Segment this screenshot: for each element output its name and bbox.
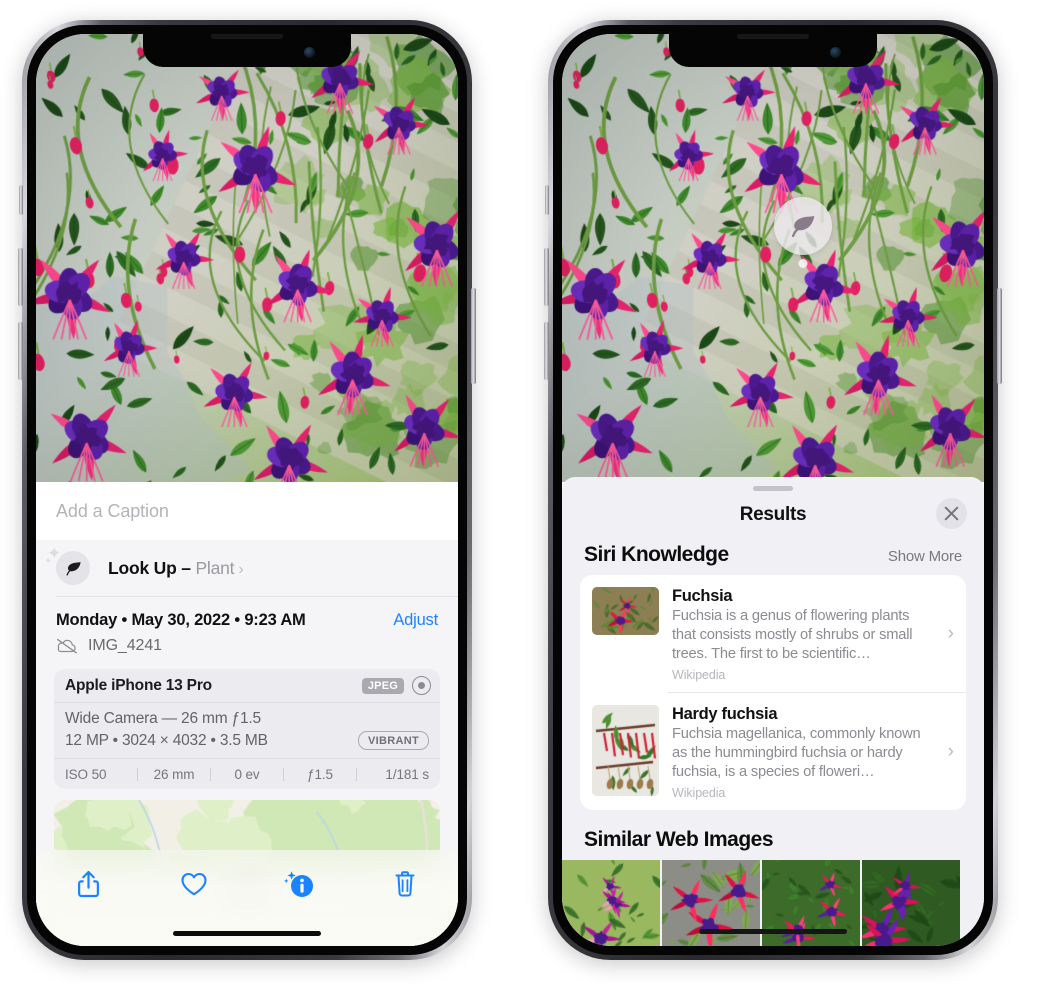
caption-input[interactable]: Add a Caption xyxy=(36,482,458,540)
show-more-button[interactable]: Show More xyxy=(888,548,962,565)
icloud-slash-icon xyxy=(57,638,77,654)
result-source: Wikipedia xyxy=(672,668,726,682)
notch xyxy=(669,34,877,67)
camera-info-card[interactable]: Apple iPhone 13 Pro JPEG Wide Camera — 2… xyxy=(54,669,440,789)
iphone-left: Add a Caption ✦ ✦ Look Up – Plant › Mond… xyxy=(18,20,476,960)
close-button[interactable] xyxy=(936,498,967,529)
result-title: Hardy fuchsia xyxy=(672,705,778,723)
earpiece-speaker xyxy=(737,34,809,39)
chevron-right-icon: › xyxy=(947,740,954,762)
info-button[interactable] xyxy=(272,864,328,904)
close-icon xyxy=(944,506,959,521)
lens-info: Wide Camera — 26 mm ƒ1.5 xyxy=(65,710,261,727)
similar-web-images-header: Similar Web Images xyxy=(562,810,984,858)
result-thumbnail xyxy=(592,705,659,796)
silent-switch[interactable] xyxy=(19,185,23,215)
aperture-icon xyxy=(412,676,431,695)
front-camera-icon xyxy=(830,47,841,58)
notch xyxy=(143,34,351,67)
photo-viewer[interactable] xyxy=(562,34,984,482)
look-up-dash: – xyxy=(176,557,196,578)
power-button[interactable] xyxy=(471,288,476,384)
exif-row: ISO 50 26 mm 0 ev ƒ1.5 1/181 s xyxy=(54,759,440,789)
info-sparkle-icon xyxy=(283,871,313,897)
page-title: Results xyxy=(739,504,807,525)
volume-up-button[interactable] xyxy=(18,248,23,306)
exif-focal: 26 mm xyxy=(153,766,195,782)
exif-iso: ISO 50 xyxy=(65,766,107,782)
home-indicator[interactable] xyxy=(173,931,321,936)
photo-date: Monday • May 30, 2022 • 9:23 AM xyxy=(56,611,306,629)
leaf-icon xyxy=(774,197,832,255)
section-title: Siri Knowledge xyxy=(584,543,729,566)
exif-ev: 0 ev xyxy=(234,766,260,782)
list-item[interactable]: Hardy fuchsia Fuchsia magellanica, commo… xyxy=(580,693,966,810)
trash-icon xyxy=(395,871,415,897)
result-thumbnail xyxy=(592,587,659,635)
silent-switch[interactable] xyxy=(545,185,549,215)
look-up-subject: Plant xyxy=(195,557,235,578)
results-sheet: Results Siri Knowledge Show More Fuchsia… xyxy=(562,477,984,946)
screenshot-root: Add a Caption ✦ ✦ Look Up – Plant › Mond… xyxy=(0,0,1055,985)
file-specs: 12 MP • 3024 × 4032 • 3.5 MB xyxy=(65,731,268,749)
photo-filename: IMG_4241 xyxy=(88,637,162,654)
sparkle-small-icon: ✦ xyxy=(44,556,53,567)
format-badge: JPEG xyxy=(361,677,404,694)
siri-knowledge-header: Siri Knowledge Show More xyxy=(562,539,984,575)
result-title: Fuchsia xyxy=(672,587,733,605)
siri-knowledge-card: Fuchsia Fuchsia is a genus of flowering … xyxy=(580,575,966,810)
volume-down-button[interactable] xyxy=(544,322,549,380)
camera-device-name: Apple iPhone 13 Pro xyxy=(65,676,212,694)
date-block: Monday • May 30, 2022 • 9:23 AM Adjust I… xyxy=(36,597,458,667)
share-icon xyxy=(78,870,100,898)
result-source: Wikipedia xyxy=(672,786,726,800)
chevron-right-icon: › xyxy=(238,560,244,578)
delete-button[interactable] xyxy=(377,864,433,904)
look-up-row[interactable]: ✦ ✦ Look Up – Plant › xyxy=(36,540,458,596)
adjust-button[interactable]: Adjust xyxy=(393,611,438,630)
favorite-button[interactable] xyxy=(166,864,222,904)
earpiece-speaker xyxy=(211,34,283,39)
leaf-icon: ✦ ✦ xyxy=(44,545,90,585)
badge-pointer xyxy=(798,259,808,268)
section-title: Similar Web Images xyxy=(584,828,774,851)
look-up-label: Look Up – Plant › xyxy=(108,557,244,579)
iphone-right: Results Siri Knowledge Show More Fuchsia… xyxy=(544,20,1002,960)
home-indicator[interactable] xyxy=(699,929,847,934)
profile-badge: VIBRANT xyxy=(358,731,429,750)
chevron-right-icon: › xyxy=(947,622,954,644)
look-up-title: Look Up xyxy=(108,557,177,578)
exif-shutter: 1/181 s xyxy=(385,766,429,782)
volume-up-button[interactable] xyxy=(544,248,549,306)
visual-lookup-badge[interactable] xyxy=(774,197,832,268)
photo-viewer[interactable] xyxy=(36,34,458,482)
list-item[interactable]: Fuchsia Fuchsia is a genus of flowering … xyxy=(580,575,966,692)
volume-down-button[interactable] xyxy=(18,322,23,380)
result-description: Fuchsia magellanica, commonly known as t… xyxy=(672,726,921,780)
power-button[interactable] xyxy=(997,288,1002,384)
exif-aperture: ƒ1.5 xyxy=(307,766,333,782)
similar-image-thumb[interactable] xyxy=(562,860,660,946)
similar-image-thumb[interactable] xyxy=(862,860,960,946)
photo-info-sheet: Add a Caption ✦ ✦ Look Up – Plant › Mond… xyxy=(36,482,458,946)
result-description: Fuchsia is a genus of flowering plants t… xyxy=(672,608,913,662)
heart-icon xyxy=(181,872,207,896)
front-camera-icon xyxy=(304,47,315,58)
caption-placeholder: Add a Caption xyxy=(56,500,169,521)
share-button[interactable] xyxy=(61,864,117,904)
